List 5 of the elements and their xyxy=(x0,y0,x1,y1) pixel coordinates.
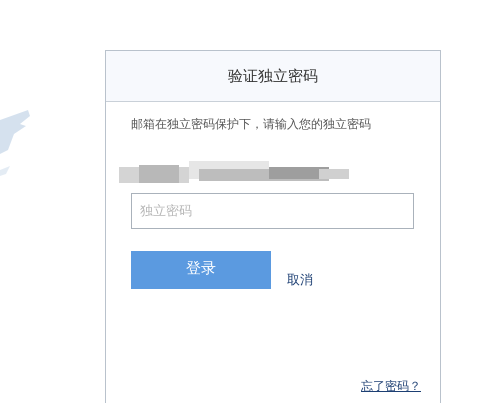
cancel-link[interactable]: 取消 xyxy=(287,271,313,289)
password-field[interactable]: 独立密码 xyxy=(131,193,414,229)
message-text: 邮箱在独立密码保护下，请输入您的独立密码 xyxy=(131,116,372,133)
forgot-password-link[interactable]: 忘了密码？ xyxy=(361,378,421,395)
dialog-title: 验证独立密码 xyxy=(106,51,440,102)
